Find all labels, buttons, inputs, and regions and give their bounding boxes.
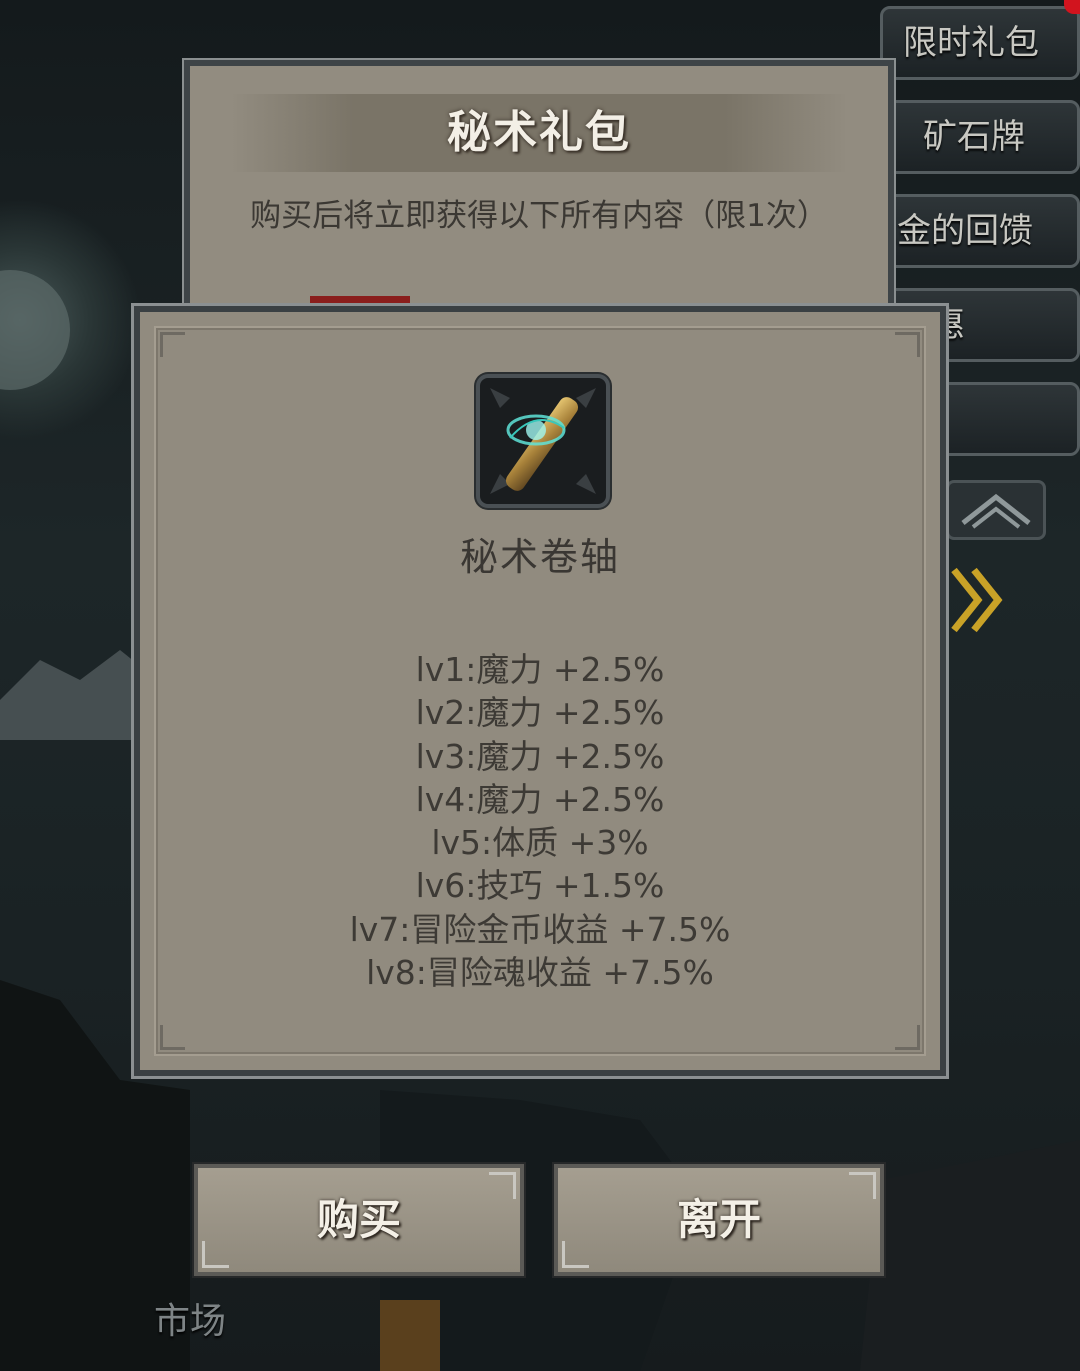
frame-corner	[160, 332, 185, 357]
effect-line: lv8:冒险魂收益 +7.5%	[366, 953, 714, 993]
side-item-paid-rewards[interactable]: 氪金的回馈	[880, 194, 1080, 268]
effect-line: lv4:魔力 +2.5%	[415, 779, 665, 819]
leave-button[interactable]: 离开	[554, 1164, 884, 1276]
effect-line: lv2:魔力 +2.5%	[415, 693, 665, 733]
effect-line: lv1:魔力 +2.5%	[415, 650, 665, 689]
effect-line: lv5:体质 +3%	[431, 823, 649, 863]
side-item-ore-card[interactable]: 矿石牌	[880, 100, 1080, 174]
double-chevron-right-icon[interactable]	[948, 560, 1012, 640]
button-corner	[489, 1172, 516, 1199]
chevron-up-icon	[961, 493, 1031, 529]
buy-button-label: 购买	[316, 1195, 401, 1244]
button-corner	[849, 1172, 876, 1199]
effect-line: lv7:冒险金币收益 +7.5%	[349, 909, 731, 949]
button-corner	[202, 1241, 229, 1268]
effect-line: lv3:魔力 +2.5%	[415, 736, 665, 776]
collapse-menu-button[interactable]	[946, 480, 1046, 540]
pack-panel: 秘术礼包 购买后将立即获得以下所有内容（限1次）	[182, 58, 896, 312]
button-corner	[562, 1241, 589, 1268]
frame-corner	[895, 1025, 920, 1050]
side-item-limited-pack[interactable]: 限时礼包	[880, 6, 1080, 80]
leave-button-label: 离开	[676, 1195, 761, 1244]
pack-description: 购买后将立即获得以下所有内容（限1次）	[250, 198, 828, 234]
item-effects-list: lv1:魔力 +2.5% lv2:魔力 +2.5% lv3:魔力 +2.5% l…	[140, 648, 940, 994]
effect-line: lv6:技巧 +1.5%	[415, 866, 665, 906]
frame-corner	[160, 1025, 185, 1050]
market-nav-label[interactable]: 市场	[154, 1292, 226, 1344]
magic-scroll-icon	[490, 388, 596, 494]
red-ribbon	[310, 296, 410, 306]
pack-title: 秘术礼包	[447, 107, 631, 158]
item-name: 秘术卷轴	[459, 535, 620, 579]
item-icon-slot[interactable]	[476, 374, 610, 508]
item-detail-panel: 秘术卷轴 lv1:魔力 +2.5% lv2:魔力 +2.5% lv3:魔力 +2…	[131, 303, 949, 1079]
frame-corner	[895, 332, 920, 357]
buy-button[interactable]: 购买	[194, 1164, 524, 1276]
